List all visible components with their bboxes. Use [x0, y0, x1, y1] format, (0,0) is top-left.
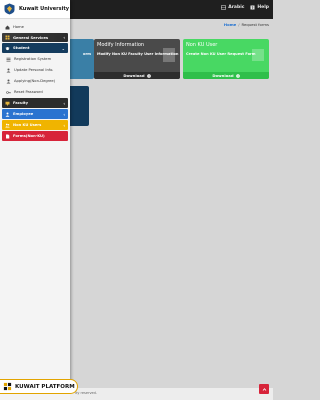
download-button[interactable]: Download	[183, 72, 269, 79]
arabic-link[interactable]: Arabic	[221, 5, 244, 10]
help-label: Help	[257, 5, 269, 10]
help-link[interactable]: ? Help	[250, 5, 269, 10]
sidebar-item-employee[interactable]: Employee ‹	[2, 109, 68, 119]
sidebar-item-label: Forms(Non-KU)	[13, 134, 45, 138]
sidebar-item-label: Employee	[13, 112, 34, 116]
download-label: Download	[212, 73, 234, 78]
platform-logo-icon	[3, 382, 12, 391]
modify-information-card: Modify Information Modify Non KU Faculty…	[94, 39, 180, 79]
sidebar-item-label: Update Personal Info.	[14, 68, 54, 72]
top-links: Arabic ? Help	[221, 5, 269, 10]
sidebar-item-registration-system[interactable]: Registration System	[2, 54, 68, 64]
user-plus-icon	[252, 49, 264, 61]
sidebar-item-label: Reset Password	[14, 90, 43, 94]
help-icon: ?	[250, 5, 255, 10]
sidebar-item-label: Applying(Non-Degree)	[14, 79, 56, 83]
sidebar-item-forms-non-ku[interactable]: Forms(Non-KU)	[2, 131, 68, 141]
document-icon	[6, 134, 10, 138]
sidebar-item-student[interactable]: Student ⌄	[2, 43, 68, 53]
brand[interactable]: Kuwait University	[0, 0, 70, 19]
sidebar-item-reset-password[interactable]: Reset Password	[2, 87, 68, 97]
scroll-to-top-button[interactable]	[259, 384, 269, 394]
user-edit-icon	[6, 68, 11, 72]
chevron-left-icon: ‹	[63, 35, 65, 40]
arabic-label: Arabic	[228, 5, 245, 10]
breadcrumb-separator: /	[238, 22, 240, 27]
chevron-down-icon: ⌄	[61, 45, 65, 51]
sidebar-item-non-ku-users[interactable]: Non KU Users ‹	[2, 120, 68, 130]
sidebar-menu: Home General Services ‹ Student ⌄ Regist…	[0, 19, 70, 144]
download-label: Download	[123, 73, 145, 78]
chevron-left-icon: ‹	[63, 111, 65, 117]
home-icon	[5, 25, 10, 29]
graduation-cap-icon	[5, 46, 10, 50]
card-title: Non KU User	[186, 42, 218, 48]
arrow-circle-icon	[235, 73, 240, 78]
user-tie-icon	[5, 112, 10, 117]
user-icon	[6, 79, 11, 83]
sidebar-item-label: Registration System	[14, 57, 52, 61]
list-icon	[6, 57, 11, 61]
chalkboard-icon	[5, 101, 10, 105]
sidebar-item-label: Non KU Users	[13, 123, 42, 127]
chevron-left-icon: ‹	[63, 122, 65, 128]
platform-label: KUWAIT PLATFORM	[15, 383, 75, 390]
language-icon	[221, 5, 227, 10]
breadcrumb-home[interactable]: Home	[224, 22, 236, 27]
sidebar-item-label: Student	[13, 46, 30, 50]
university-logo-icon	[4, 3, 15, 15]
breadcrumb: Home / Request forms	[224, 22, 269, 27]
sidebar-item-applying-non-degree[interactable]: Applying(Non-Degree)	[2, 76, 68, 86]
card-title: Modify Information	[97, 42, 145, 48]
copyright-text: ity reserved.	[75, 391, 98, 395]
sidebar-item-faculty[interactable]: Faculty ‹	[2, 98, 68, 108]
sidebar-item-general-services[interactable]: General Services ‹	[2, 33, 68, 42]
arrow-circle-icon	[146, 73, 151, 78]
key-icon	[6, 90, 11, 94]
grid-icon	[5, 35, 10, 40]
chevron-up-icon	[262, 387, 266, 391]
kuwait-platform-badge[interactable]: KUWAIT PLATFORM	[0, 379, 78, 394]
download-button[interactable]: Download	[94, 72, 180, 79]
chevron-left-icon: ‹	[63, 100, 65, 106]
sidebar-item-label: General Services	[13, 35, 49, 40]
footer: ity reserved.	[70, 388, 273, 400]
form-icon	[163, 48, 175, 62]
brand-name: Kuwait University	[19, 6, 69, 12]
card-subtitle: orm	[83, 52, 91, 56]
users-icon	[5, 123, 10, 127]
non-ku-user-card: Non KU User Create Non KU User Request F…	[183, 39, 269, 79]
sidebar-item-label: Faculty	[13, 101, 29, 105]
sidebar-item-update-personal-info[interactable]: Update Personal Info.	[2, 65, 68, 75]
svg-text:?: ?	[252, 6, 254, 10]
breadcrumb-current: Request forms	[241, 22, 269, 27]
sidebar: Kuwait University Home General Services …	[0, 0, 70, 400]
card-subtitle: Create Non KU User Request Form	[186, 52, 256, 56]
sidebar-item-home[interactable]: Home	[2, 22, 68, 32]
sidebar-item-label: Home	[13, 25, 24, 29]
